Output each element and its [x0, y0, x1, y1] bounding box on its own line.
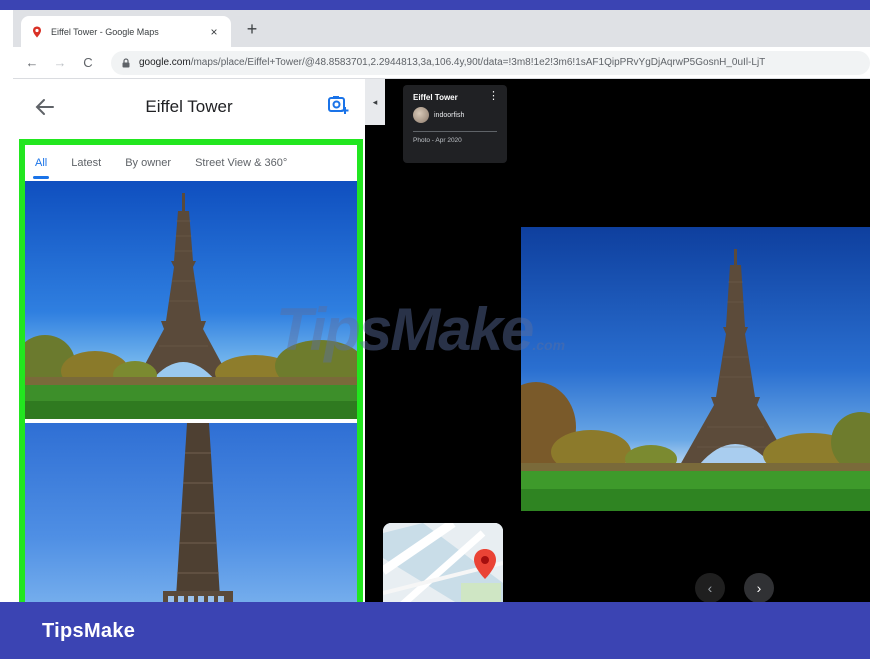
forward-button[interactable]: → — [49, 55, 71, 70]
url-domain: google.com — [139, 57, 191, 68]
lock-icon — [122, 57, 130, 67]
tab-latest[interactable]: Latest — [71, 157, 101, 169]
tab-close-button[interactable]: × — [207, 25, 221, 39]
map-pin-icon — [33, 26, 41, 37]
photo-author[interactable]: indoorfish — [413, 107, 497, 123]
add-photo-icon[interactable] — [327, 93, 349, 115]
frame-top — [0, 0, 870, 10]
tab-street-view[interactable]: Street View & 360° — [195, 157, 287, 169]
tab-strip: Eiffel Tower - Google Maps × + — [13, 10, 870, 47]
tab-title: Eiffel Tower - Google Maps — [51, 26, 159, 37]
next-photo-button[interactable]: › — [744, 573, 774, 602]
url-path: /maps/place/Eiffel+Tower/@48.8583701,2.2… — [190, 57, 766, 68]
highlighted-photos-region: All Latest By owner Street View & 360° — [19, 139, 363, 602]
avatar — [413, 107, 429, 123]
watermark: TipsMake.com — [276, 295, 565, 364]
photo-info-card: Eiffel Tower ⋮ indoorfish Photo - Apr 20… — [403, 85, 507, 163]
watermark-suffix: .com — [532, 337, 566, 353]
eiffel-tower-main-photo — [521, 249, 870, 511]
mini-map[interactable] — [383, 523, 503, 602]
page-title: Eiffel Tower — [145, 97, 233, 116]
panel-header: Eiffel Tower — [13, 79, 365, 135]
photo-thumbnail[interactable] — [25, 423, 357, 602]
photo-date: Photo - Apr 2020 — [413, 137, 462, 144]
reload-button[interactable]: C — [77, 55, 99, 70]
browser-toolbar: ← → C google.com/maps/place/Eiffel+Tower… — [13, 47, 870, 79]
map-thumbnail — [383, 523, 503, 602]
photo-place-title[interactable]: Eiffel Tower — [413, 93, 497, 102]
tab-by-owner[interactable]: By owner — [125, 157, 171, 169]
browser-tab[interactable]: Eiffel Tower - Google Maps × — [21, 16, 231, 47]
previous-photo-button[interactable]: ‹ — [695, 573, 725, 602]
watermark-text: TipsMake — [276, 296, 534, 363]
tab-all[interactable]: All — [32, 157, 50, 179]
new-tab-button[interactable]: + — [241, 18, 263, 40]
url-text: google.com/maps/place/Eiffel+Tower/@48.8… — [139, 57, 765, 68]
photo-filter-tabs: All Latest By owner Street View & 360° — [25, 145, 357, 181]
more-options-icon[interactable]: ⋮ — [488, 91, 499, 102]
address-bar[interactable]: google.com/maps/place/Eiffel+Tower/@48.8… — [111, 50, 870, 75]
brand-name: TipsMake — [42, 620, 136, 642]
back-button[interactable]: ← — [21, 55, 43, 70]
divider — [413, 131, 497, 132]
collapse-panel-button[interactable]: ◂ — [365, 79, 385, 125]
eiffel-tower-closeup-photo — [163, 423, 233, 602]
main-photo-viewer[interactable] — [521, 227, 870, 511]
author-name: indoorfish — [434, 111, 465, 119]
